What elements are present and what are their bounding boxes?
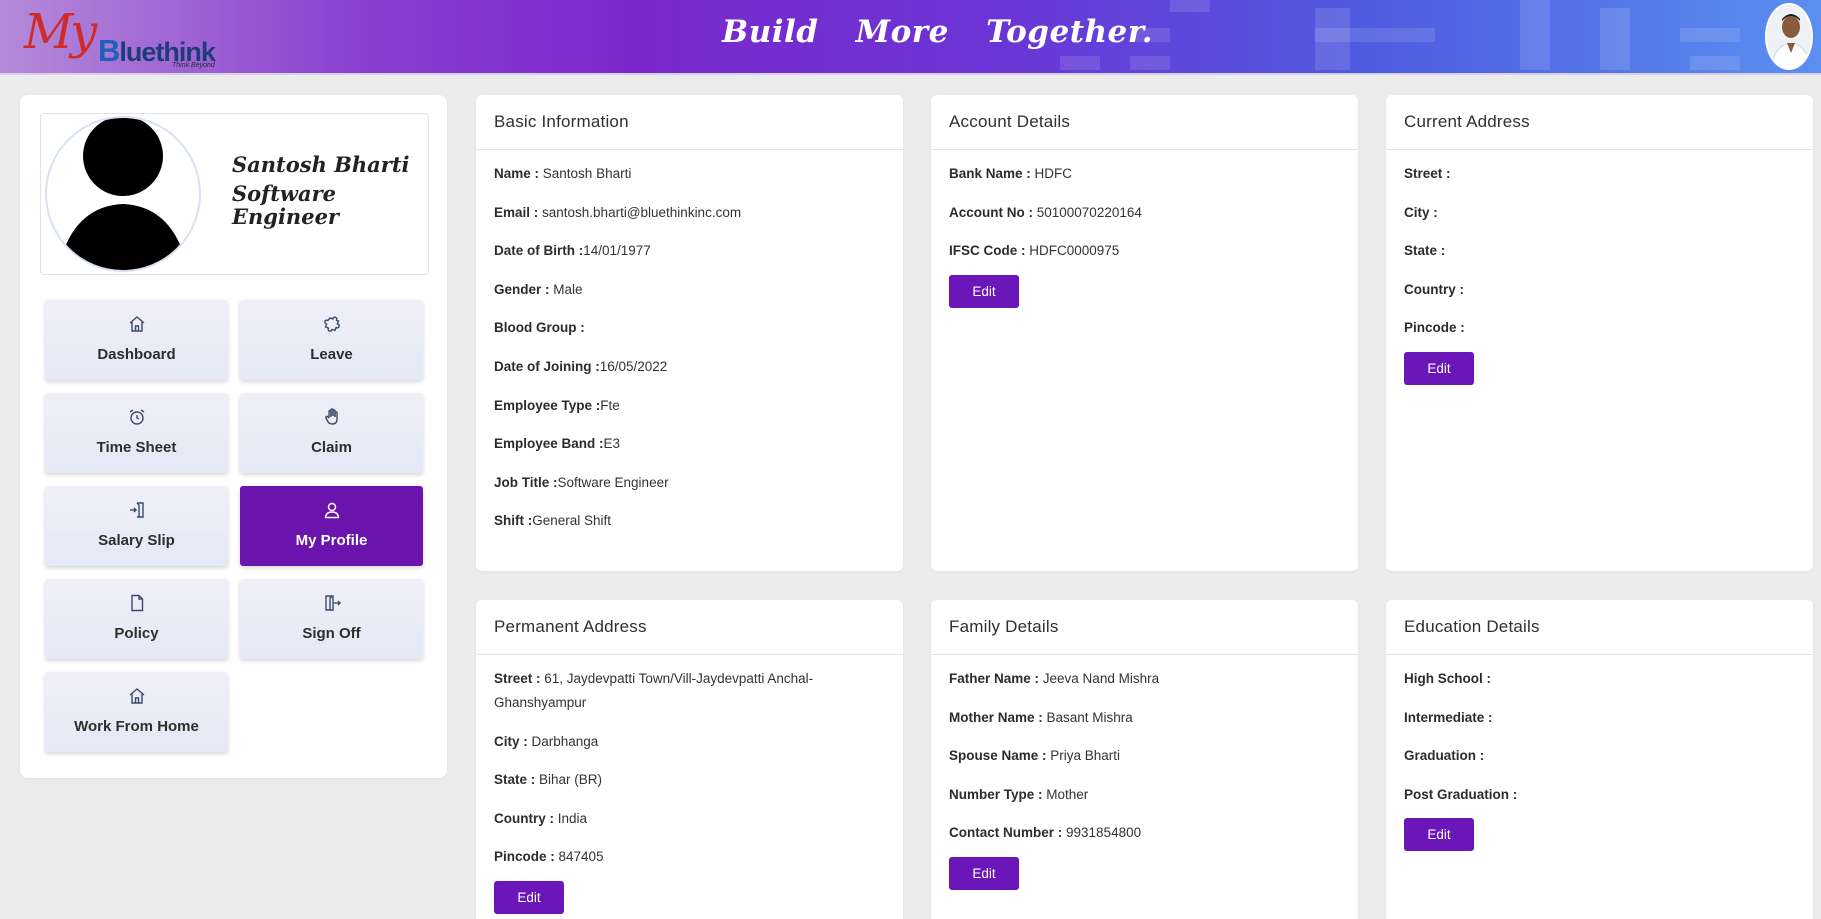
user-avatar[interactable] [1765, 3, 1813, 70]
nav-time-sheet[interactable]: Time Sheet [45, 393, 228, 473]
family-row-mother: Mother Name : Basant Mishra [949, 709, 1133, 725]
permanent-row-state: State : Bihar (BR) [494, 772, 603, 788]
user-icon [240, 501, 423, 521]
nav-my-profile[interactable]: My Profile [240, 486, 423, 566]
current-row-country: Country : [1404, 281, 1464, 297]
card-title: Current Address [1386, 95, 1813, 150]
family-row-spouse: Spouse Name : Priya Bharti [949, 748, 1121, 764]
nav-claim[interactable]: Claim [240, 393, 423, 473]
file-icon [45, 594, 228, 614]
education-row-intermediate: Intermediate : [1404, 709, 1493, 725]
family-row-contact: Contact Number : 9931854800 [949, 825, 1142, 841]
top-banner: My Bluethink Think Beyond Build More Tog… [0, 0, 1821, 75]
current-row-pincode: Pincode : [1404, 320, 1465, 336]
education-details-card: Education Details High School : Intermed… [1386, 600, 1813, 919]
nav-label: Salary Slip [98, 532, 175, 549]
education-row-high-school: High School : [1404, 671, 1491, 686]
nav-leave[interactable]: Leave [240, 300, 423, 380]
nav-salary-slip[interactable]: Salary Slip [45, 486, 228, 566]
permanent-row-city: City : Darbhanga [494, 733, 599, 749]
nav-label: Leave [310, 346, 353, 363]
info-row-dob: Date of Birth :14/01/1977 [494, 243, 651, 259]
edit-current-address-button[interactable]: Edit [1404, 351, 1474, 385]
permanent-row-pincode: Pincode : 847405 [494, 849, 604, 865]
logo-tagline: Think Beyond [172, 62, 215, 69]
nav-policy[interactable]: Policy [45, 579, 228, 659]
permanent-row-country: Country : India [494, 810, 588, 826]
edit-account-button[interactable]: Edit [949, 274, 1019, 308]
sign-out-icon [240, 594, 423, 614]
edit-permanent-address-button[interactable]: Edit [494, 880, 564, 914]
header-tagline: Build More Together. [722, 14, 1154, 50]
sidebar: Santosh Bharti Software Engineer Dashboa… [20, 95, 447, 778]
permanent-address-card: Permanent Address Street : 61, Jaydevpat… [476, 600, 903, 919]
card-title: Education Details [1386, 600, 1813, 655]
family-row-father: Father Name : Jeeva Nand Mishra [949, 671, 1160, 686]
card-title: Basic Information [476, 95, 903, 150]
home-icon [45, 315, 228, 335]
puzzle-icon [240, 315, 423, 335]
edit-education-button[interactable]: Edit [1404, 818, 1474, 852]
account-row-bank: Bank Name : HDFC [949, 166, 1073, 181]
nav-label: Dashboard [97, 346, 176, 363]
current-row-city: City : [1404, 204, 1438, 220]
permanent-row-street: Street : 61, Jaydevpatti Town/Vill-Jayde… [494, 671, 814, 710]
info-row-name: Name : Santosh Bharti [494, 166, 632, 181]
account-details-card: Account Details Bank Name : HDFC Account… [931, 95, 1358, 571]
profile-summary: Santosh Bharti Software Engineer [40, 113, 429, 275]
nav-label: Claim [311, 439, 352, 456]
info-row-employee-band: Employee Band :E3 [494, 436, 621, 452]
logo-my: My [24, 4, 97, 60]
education-row-post-graduation: Post Graduation : [1404, 786, 1518, 802]
family-details-card: Family Details Father Name : Jeeva Nand … [931, 600, 1358, 919]
bluethink-logo[interactable]: My Bluethink Think Beyond [24, 4, 224, 69]
nav-dashboard[interactable]: Dashboard [45, 300, 228, 380]
basic-information-card: Basic Information Name : Santosh Bharti … [476, 95, 903, 571]
info-row-gender: Gender : Male [494, 281, 583, 297]
door-enter-icon [45, 501, 228, 521]
account-row-ifsc: IFSC Code : HDFC0000975 [949, 243, 1120, 259]
account-row-number: Account No : 50100070220164 [949, 204, 1142, 220]
card-title: Family Details [931, 600, 1358, 655]
hand-icon [240, 408, 423, 428]
nav-label: Sign Off [302, 625, 361, 642]
nav-work-from-home[interactable]: Work From Home [45, 672, 228, 752]
current-row-street: Street : [1404, 166, 1451, 181]
nav-label: Policy [114, 625, 159, 642]
edit-family-button[interactable]: Edit [949, 856, 1019, 890]
profile-picture [45, 116, 201, 272]
info-row-employee-type: Employee Type :Fte [494, 397, 620, 413]
card-title: Account Details [931, 95, 1358, 150]
profile-name: Santosh Bharti [232, 152, 410, 177]
nav-label: My Profile [295, 532, 368, 549]
current-address-card: Current Address Street : City : State : … [1386, 95, 1813, 571]
nav-label: Work From Home [74, 718, 199, 735]
info-row-shift: Shift :General Shift [494, 513, 612, 529]
info-row-email: Email : santosh.bharti@bluethinkinc.com [494, 204, 742, 220]
profile-role: Software Engineer [232, 181, 339, 229]
info-row-job-title: Job Title :Software Engineer [494, 474, 669, 490]
family-row-number-type: Number Type : Mother [949, 786, 1089, 802]
alarm-clock-icon [45, 408, 228, 428]
card-title: Permanent Address [476, 600, 903, 655]
nav-sign-off[interactable]: Sign Off [240, 579, 423, 659]
nav-label: Time Sheet [96, 439, 177, 456]
home-icon [45, 687, 228, 707]
info-row-blood-group: Blood Group : [494, 320, 585, 336]
current-row-state: State : [1404, 243, 1446, 259]
education-row-graduation: Graduation : [1404, 748, 1485, 764]
info-row-doj: Date of Joining :16/05/2022 [494, 358, 668, 374]
